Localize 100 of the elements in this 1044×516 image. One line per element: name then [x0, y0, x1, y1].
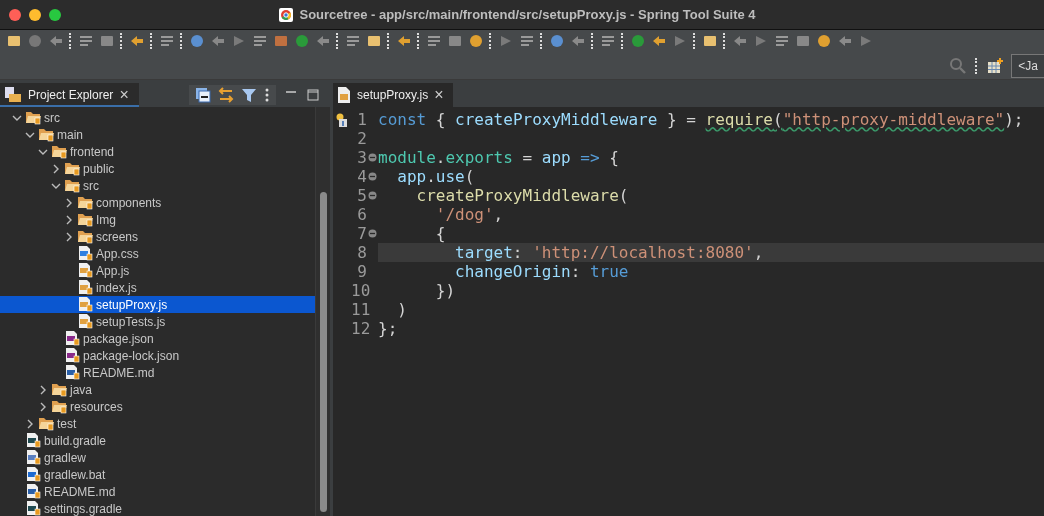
perspective-button[interactable]: <Ja: [1011, 53, 1044, 78]
toolbar-icon[interactable]: [48, 33, 64, 49]
toolbar-icon[interactable]: [630, 33, 646, 49]
tree-item[interactable]: resources: [0, 398, 315, 415]
folder-icon: [64, 178, 81, 193]
open-perspective-icon[interactable]: [987, 57, 1004, 74]
tree-item[interactable]: package.json: [0, 330, 315, 347]
line-number: 9: [356, 262, 367, 281]
tree-item[interactable]: index.js: [0, 279, 315, 296]
tree-item[interactable]: gradlew: [0, 449, 315, 466]
toolbar-icon[interactable]: [795, 33, 811, 49]
tree-item[interactable]: frontend: [0, 143, 315, 160]
folder-icon: [38, 127, 55, 142]
browser-logo-icon: [279, 7, 294, 22]
minimize-window-button[interactable]: [29, 8, 41, 21]
tree-item[interactable]: src: [0, 109, 315, 126]
file-icon: [77, 280, 94, 295]
tree-item[interactable]: App.js: [0, 262, 315, 279]
folder-icon: [51, 382, 68, 397]
zoom-window-button[interactable]: [49, 8, 61, 21]
tree-item[interactable]: screens: [0, 228, 315, 245]
toolbar-icon[interactable]: [570, 33, 586, 49]
filter-icon[interactable]: [241, 87, 257, 103]
toolbar-icon[interactable]: [702, 33, 718, 49]
collapsed-chevron-icon[interactable]: [51, 163, 61, 174]
fold-marker-icon[interactable]: [368, 153, 377, 162]
tree-item[interactable]: main: [0, 126, 315, 143]
view-menu-icon[interactable]: [264, 87, 270, 103]
tree-item[interactable]: test: [0, 415, 315, 432]
tree-item[interactable]: package-lock.json: [0, 347, 315, 364]
file-icon: [64, 365, 81, 380]
collapse-all-icon[interactable]: [195, 87, 211, 103]
toolbar-icon[interactable]: [774, 33, 790, 49]
collapsed-chevron-icon[interactable]: [38, 384, 48, 395]
toolbar-icon[interactable]: [294, 33, 310, 49]
toolbar-icon[interactable]: [99, 33, 115, 49]
collapsed-chevron-icon[interactable]: [64, 231, 74, 242]
toolbar-icon[interactable]: [159, 33, 175, 49]
toolbar-icon[interactable]: [210, 33, 226, 49]
toolbar-icon[interactable]: [426, 33, 442, 49]
code-line: changeOrigin: true: [454, 262, 629, 281]
maximize-icon[interactable]: [306, 88, 320, 102]
tree-item[interactable]: App.css: [0, 245, 315, 262]
tree-item[interactable]: setupTests.js: [0, 313, 315, 330]
fold-marker-icon[interactable]: [368, 172, 377, 181]
code-line: app.use(: [396, 167, 475, 186]
tree-item[interactable]: public: [0, 160, 315, 177]
toolbar-icon[interactable]: [468, 33, 484, 49]
code-line: {: [434, 224, 446, 243]
tree-item[interactable]: src: [0, 177, 315, 194]
close-tab-button[interactable]: ×: [119, 86, 129, 104]
close-tab-button[interactable]: ×: [434, 86, 444, 104]
window-title: Sourcetree - app/src/main/frontend/src/setupProxy.js - Spring Tool Suite 4: [299, 7, 756, 22]
toolbar-icon[interactable]: [837, 33, 853, 49]
link-editor-icon[interactable]: [218, 87, 234, 103]
tree-item[interactable]: java: [0, 381, 315, 398]
toolbar-icon[interactable]: [366, 33, 382, 49]
tree-item[interactable]: build.gradle: [0, 432, 315, 449]
search-icon[interactable]: [949, 56, 968, 75]
line-number: 7: [356, 224, 367, 243]
editor-tab[interactable]: setupProxy.js ×: [333, 83, 454, 107]
toolbar-icon[interactable]: [396, 33, 412, 49]
toolbar-icon[interactable]: [600, 33, 616, 49]
toolbar-icon[interactable]: [129, 33, 145, 49]
file-icon: [25, 467, 42, 482]
info-marker-icon[interactable]: [336, 112, 348, 127]
toolbar-icon[interactable]: [519, 33, 535, 49]
file-icon: [25, 484, 42, 499]
toolbar-icon[interactable]: [6, 33, 22, 49]
toolbar-icon[interactable]: [189, 33, 205, 49]
collapsed-chevron-icon[interactable]: [25, 418, 35, 429]
tree-item[interactable]: settings.gradle: [0, 500, 315, 516]
fold-marker-icon[interactable]: [368, 229, 377, 238]
tree-item[interactable]: README.md: [0, 364, 315, 381]
toolbar-icon[interactable]: [447, 33, 463, 49]
scrollbar-thumb[interactable]: [319, 192, 327, 512]
toolbar-icon[interactable]: [549, 33, 565, 49]
tree-item[interactable]: README.md: [0, 483, 315, 500]
toolbar-icon[interactable]: [651, 33, 667, 49]
code-line: target: 'http://localhost:8080',: [454, 243, 764, 262]
toolbar-icon[interactable]: [315, 33, 331, 49]
collapsed-chevron-icon[interactable]: [64, 214, 74, 225]
tree-item[interactable]: components: [0, 194, 315, 211]
close-window-button[interactable]: [9, 8, 21, 21]
folder-icon: [77, 195, 94, 210]
toolbar-icon[interactable]: [78, 33, 94, 49]
folder-icon: [77, 229, 94, 244]
collapsed-chevron-icon[interactable]: [38, 401, 48, 412]
toolbar-icon[interactable]: [816, 33, 832, 49]
toolbar-icon[interactable]: [273, 33, 289, 49]
fold-marker-icon[interactable]: [368, 191, 377, 200]
collapsed-chevron-icon[interactable]: [64, 197, 74, 208]
toolbar-icon[interactable]: [252, 33, 268, 49]
tree-item[interactable]: gradlew.bat: [0, 466, 315, 483]
project-explorer-tab[interactable]: Project Explorer ×: [0, 83, 139, 107]
tree-item[interactable]: setupProxy.js: [0, 296, 315, 313]
toolbar-icon[interactable]: [732, 33, 748, 49]
file-icon: [64, 331, 81, 346]
tree-item[interactable]: Img: [0, 211, 315, 228]
toolbar-icon[interactable]: [345, 33, 361, 49]
